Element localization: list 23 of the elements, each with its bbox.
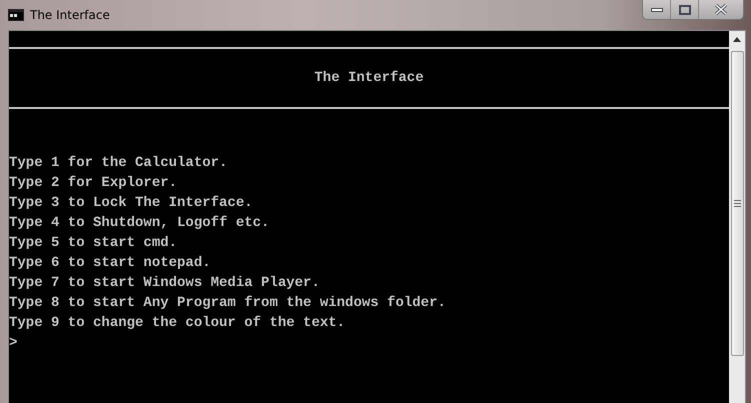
console-line: Type 1 for the Calculator. (9, 154, 228, 173)
minimize-icon (650, 6, 662, 12)
scroll-up-icon[interactable] (733, 37, 741, 42)
console-line: Type 9 to change the colour of the text. (9, 314, 346, 333)
minimize-button[interactable] (643, 0, 671, 19)
window-title: The Interface (30, 8, 110, 22)
console-line: Type 2 for Explorer. (9, 174, 178, 193)
console-icon (8, 9, 24, 21)
close-button[interactable] (699, 0, 743, 19)
maximize-icon (678, 4, 690, 14)
console-line: Type 3 to Lock The Interface. (9, 194, 254, 213)
console-line: Type 6 to start notepad. (9, 254, 212, 273)
console-line: Type 5 to start cmd. (9, 234, 178, 253)
console-line: Type 4 to Shutdown, Logoff etc. (9, 214, 270, 233)
maximize-button[interactable] (671, 0, 699, 19)
console-heading: The Interface (313, 69, 425, 88)
scrollbar-thumb[interactable] (730, 51, 744, 356)
grip-icon (734, 200, 740, 207)
console-line: Type 8 to start Any Program from the windows folder. (9, 294, 447, 313)
scrollbar[interactable] (729, 31, 745, 403)
close-icon (714, 4, 728, 15)
console-line: Type 7 to start Windows Media Player. (9, 274, 321, 293)
console-prompt: > (9, 334, 18, 353)
